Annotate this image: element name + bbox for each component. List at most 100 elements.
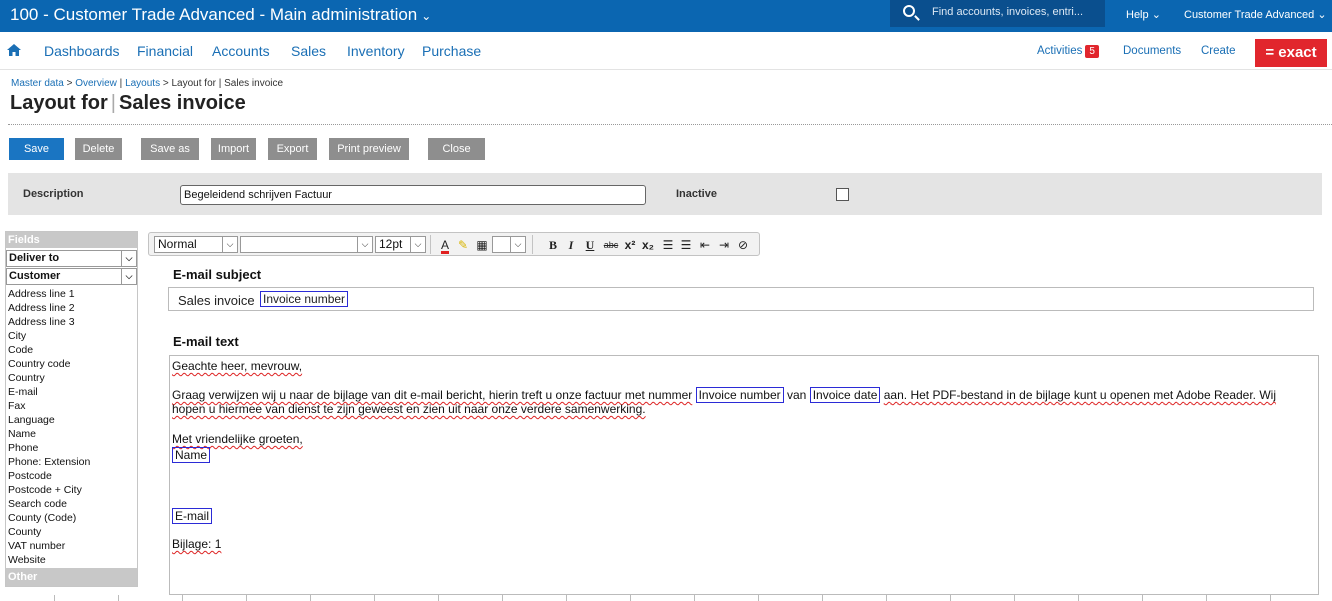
global-search[interactable]: Find accounts, invoices, entri... <box>890 0 1105 27</box>
field-item[interactable]: Language <box>6 413 137 427</box>
bottom-ruler <box>0 595 1332 601</box>
greeting-text: Geachte heer, mevrouw, <box>172 359 303 373</box>
field-item[interactable]: County (Code) <box>6 511 137 525</box>
field-item[interactable]: VAT number <box>6 539 137 553</box>
print-preview-button[interactable]: Print preview <box>329 138 409 160</box>
field-item[interactable]: Address line 2 <box>6 301 137 315</box>
body-tag-invoice-date[interactable]: Invoice date <box>809 387 881 403</box>
nav-accounts[interactable]: Accounts <box>212 43 270 59</box>
paragraph-text-c: hopen u hiermee van dienst te zijn gewee… <box>172 402 646 416</box>
border-style-select[interactable]: ⌵ <box>492 236 526 253</box>
page-title: Layout for | Sales invoice <box>10 92 246 114</box>
name-line: Name <box>172 447 211 463</box>
nav-sales[interactable]: Sales <box>291 43 326 59</box>
ruler-tick <box>182 595 183 601</box>
save-button[interactable]: Save <box>9 138 64 160</box>
administration-switcher[interactable]: 100 - Customer Trade Advanced - Main adm… <box>10 5 431 25</box>
field-item[interactable]: Website <box>6 553 137 567</box>
customer-select[interactable]: Customer ⌵ <box>6 268 137 285</box>
breadcrumb-master-data[interactable]: Master data <box>11 78 64 89</box>
underline-icon[interactable]: U <box>583 237 597 253</box>
ruler-tick <box>566 595 567 601</box>
ruler-tick <box>630 595 631 601</box>
description-input[interactable] <box>180 185 646 205</box>
bulleted-list-icon[interactable]: ☰ <box>661 237 675 253</box>
font-size-select[interactable]: 12pt ⌵ <box>375 236 426 253</box>
field-item[interactable]: Postcode + City <box>6 483 137 497</box>
nav-dashboards[interactable]: Dashboards <box>44 43 120 59</box>
search-placeholder: Find accounts, invoices, entri... <box>932 6 1084 18</box>
breadcrumb-overview[interactable]: Overview <box>75 78 117 89</box>
ruler-tick <box>1014 595 1015 601</box>
field-item[interactable]: Phone <box>6 441 137 455</box>
breadcrumb-current: Layout for | Sales invoice <box>171 78 284 89</box>
highlight-icon[interactable]: ✎ <box>456 237 470 253</box>
close-button[interactable]: Close <box>428 138 485 160</box>
italic-icon[interactable]: I <box>564 237 578 253</box>
breadcrumb-layouts[interactable]: Layouts <box>125 78 160 89</box>
import-button[interactable]: Import <box>211 138 256 160</box>
ruler-tick <box>374 595 375 601</box>
field-item[interactable]: Name <box>6 427 137 441</box>
chevron-down-icon: ⌵ <box>510 237 525 252</box>
documents-link[interactable]: Documents <box>1123 45 1181 57</box>
field-item[interactable]: Phone: Extension <box>6 455 137 469</box>
home-icon[interactable] <box>7 44 21 56</box>
strikethrough-icon[interactable]: abc <box>602 237 620 253</box>
ruler-tick <box>1206 595 1207 601</box>
increase-indent-icon[interactable]: ⇥ <box>717 237 731 253</box>
field-item[interactable]: County <box>6 525 137 539</box>
exact-logo: = exact <box>1255 39 1327 67</box>
save-as-button[interactable]: Save as <box>141 138 199 160</box>
activities-link[interactable]: Activities 5 <box>1037 45 1099 58</box>
email-text-editor[interactable]: Geachte heer, mevrouw, Graag verwijzen w… <box>169 355 1319 595</box>
field-item[interactable]: City <box>6 329 137 343</box>
export-button[interactable]: Export <box>268 138 317 160</box>
other-header[interactable]: Other <box>6 568 137 586</box>
field-item[interactable]: Country <box>6 371 137 385</box>
paragraph-line-2: hopen u hiermee van dienst te zijn gewee… <box>172 402 646 416</box>
paragraph-style-select[interactable]: Normal ⌵ <box>154 236 238 253</box>
chevron-down-icon: ⌵ <box>410 237 425 252</box>
ruler-tick <box>886 595 887 601</box>
superscript-icon[interactable]: x² <box>623 237 637 253</box>
paragraph-text-b: aan. Het PDF-bestand in de bijlage kunt … <box>883 388 1276 402</box>
ruler-tick <box>118 595 119 601</box>
ruler-tick <box>950 595 951 601</box>
ruler-tick <box>1142 595 1143 601</box>
bold-icon[interactable]: B <box>546 237 560 253</box>
field-item[interactable]: Fax <box>6 399 137 413</box>
font-color-icon[interactable]: A <box>438 237 452 253</box>
clear-formatting-icon[interactable]: ⊘ <box>736 237 750 253</box>
field-item[interactable]: Code <box>6 343 137 357</box>
nav-financial[interactable]: Financial <box>137 43 193 59</box>
decrease-indent-icon[interactable]: ⇤ <box>698 237 712 253</box>
field-item[interactable]: Address line 1 <box>6 287 137 301</box>
help-menu[interactable]: Help ⌄ <box>1126 8 1161 21</box>
customer-value: Customer <box>9 270 61 282</box>
subscript-icon[interactable]: x₂ <box>641 237 655 253</box>
body-tag-name[interactable]: Name <box>172 447 211 463</box>
body-tag-invoice-number[interactable]: Invoice number <box>695 387 784 403</box>
nav-purchase[interactable]: Purchase <box>422 43 481 59</box>
border-icon[interactable]: ▦ <box>475 237 489 253</box>
field-item[interactable]: Address line 3 <box>6 315 137 329</box>
field-item[interactable]: E-mail <box>6 385 137 399</box>
field-item[interactable]: Country code <box>6 357 137 371</box>
numbered-list-icon[interactable]: ☰ <box>679 237 693 253</box>
create-link[interactable]: Create <box>1201 45 1236 57</box>
field-item[interactable]: Postcode <box>6 469 137 483</box>
chevron-down-icon: ⌵ <box>222 237 237 252</box>
delete-button[interactable]: Delete <box>75 138 122 160</box>
field-item[interactable]: Search code <box>6 497 137 511</box>
email-subject-input[interactable]: Sales invoice Invoice number <box>168 287 1314 311</box>
company-menu[interactable]: Customer Trade Advanced ⌄ <box>1184 8 1327 21</box>
body-tag-email[interactable]: E-mail <box>172 508 213 524</box>
nav-inventory[interactable]: Inventory <box>347 43 405 59</box>
subject-tag-invoice-number[interactable]: Invoice number <box>260 291 349 307</box>
inactive-checkbox[interactable] <box>836 188 849 201</box>
inactive-label: Inactive <box>676 188 717 200</box>
breadcrumb: Master data > Overview | Layouts > Layou… <box>11 78 284 89</box>
font-family-select[interactable]: ⌵ <box>240 236 373 253</box>
deliver-to-select[interactable]: Deliver to ⌵ <box>6 250 137 267</box>
